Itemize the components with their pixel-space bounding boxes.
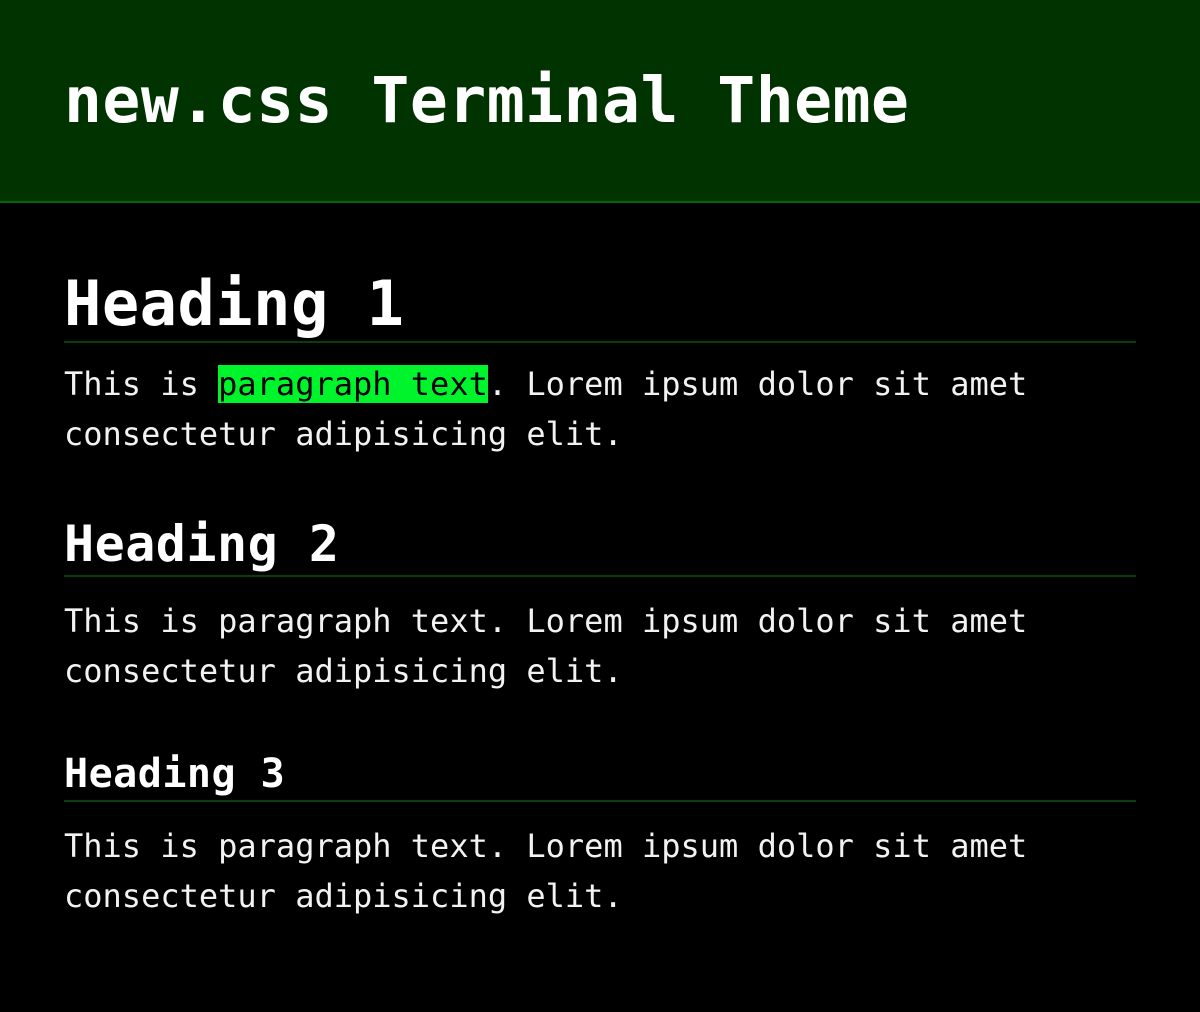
paragraph-3: This is paragraph text. Lorem ipsum dolo… bbox=[64, 827, 1028, 915]
paragraph-1-before: This is bbox=[64, 365, 219, 403]
section-heading-1: Heading 1 This is paragraph text. Lorem … bbox=[64, 273, 1136, 459]
paragraph-2: This is paragraph text. Lorem ipsum dolo… bbox=[64, 602, 1028, 690]
heading-2: Heading 2 bbox=[64, 519, 1136, 578]
page-root: new.css Terminal Theme Heading 1 This is… bbox=[0, 0, 1200, 1012]
section-heading-2: Heading 2 This is paragraph text. Lorem … bbox=[64, 519, 1136, 696]
section-heading-3: Heading 3 This is paragraph text. Lorem … bbox=[64, 754, 1136, 921]
heading-1: Heading 1 bbox=[64, 273, 1136, 343]
main-content: Heading 1 This is paragraph text. Lorem … bbox=[0, 203, 1200, 922]
heading-3: Heading 3 bbox=[64, 754, 1136, 803]
highlighted-text: paragraph text bbox=[218, 365, 488, 403]
paragraph-1: This is paragraph text. Lorem ipsum dolo… bbox=[64, 360, 1076, 459]
site-header: new.css Terminal Theme bbox=[0, 0, 1200, 203]
page-title: new.css Terminal Theme bbox=[64, 63, 910, 137]
